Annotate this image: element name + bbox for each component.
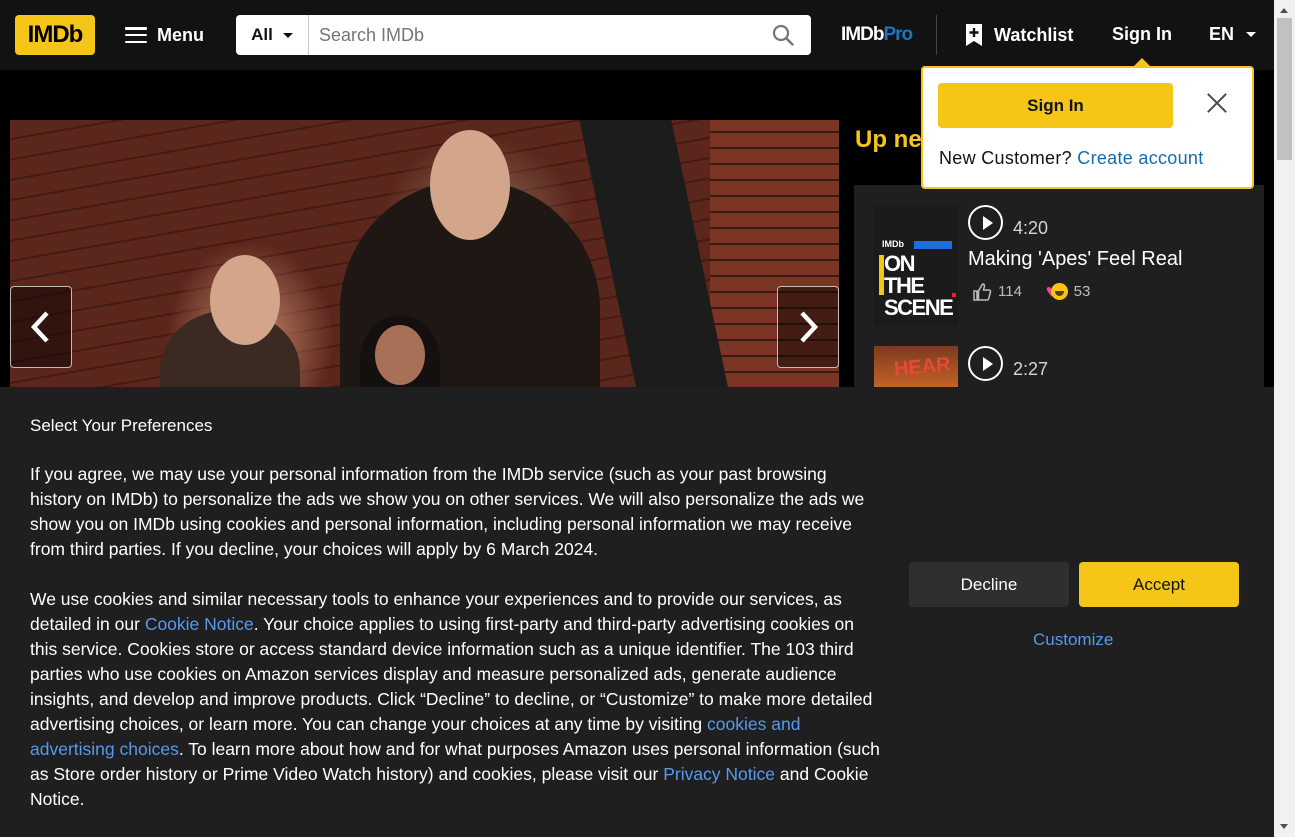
hero-face-woman [210, 255, 280, 345]
header-divider [936, 15, 937, 55]
privacy-notice-link[interactable]: Privacy Notice [663, 764, 775, 784]
consent-title: Select Your Preferences [30, 416, 213, 435]
consent-paragraph-1: If you agree, we may use your personal i… [30, 464, 865, 559]
up-next-item[interactable]: HEAR 2:27 [874, 346, 1254, 387]
imdbpro-logo-imdb: IMDb [841, 24, 884, 45]
search-bar: All [236, 15, 811, 55]
video-duration: 4:20 [1013, 218, 1049, 238]
like-count: 114 [998, 283, 1022, 300]
video-reactions: 114 ♥ 53 [972, 281, 1090, 302]
video-thumbnail[interactable]: HEAR [874, 346, 958, 387]
search-category-label: All [251, 25, 273, 44]
thumbnail-title: HEAR [893, 353, 952, 381]
thumbnail-title-line-2: SCENE [884, 295, 954, 320]
imdb-logo[interactable]: IMDb [15, 15, 95, 55]
thumbnail-title-line-1: ON THE [884, 251, 925, 298]
create-account-link[interactable]: Create account [1077, 148, 1203, 168]
search-icon[interactable] [755, 15, 811, 55]
laughing-emoji-icon [1050, 283, 1068, 300]
hero-face-man [430, 130, 510, 240]
watchlist-label: Watchlist [994, 24, 1074, 45]
previous-slide-button[interactable] [10, 286, 72, 368]
sign-in-link[interactable]: Sign In [1112, 24, 1172, 45]
play-icon[interactable] [968, 205, 1003, 240]
sign-in-popover: Sign In New Customer? Create account [921, 58, 1254, 189]
chevron-right-icon [800, 311, 819, 343]
watchlist-button[interactable]: Watchlist [964, 20, 1073, 50]
language-label: EN [1209, 24, 1235, 44]
scrollbar-thumb[interactable] [1277, 18, 1292, 160]
play-icon[interactable] [968, 346, 1003, 381]
video-title[interactable]: Making 'Apes' Feel Real [968, 248, 1182, 271]
thumbnail-blue-bar [914, 241, 952, 249]
top-navigation-bar: IMDb Menu All IMDbPro Watchlist Sign In … [0, 0, 1274, 70]
popover-sign-in-button[interactable]: Sign In [938, 83, 1173, 128]
language-selector[interactable]: EN [1209, 24, 1257, 45]
search-input[interactable] [309, 15, 755, 55]
thumbnail-title: ON THE SCENE [884, 253, 958, 319]
next-slide-button[interactable] [777, 286, 839, 368]
consent-paragraph-2: We use cookies and similar necessary too… [30, 587, 880, 812]
caret-down-icon [1246, 32, 1257, 37]
chevron-left-icon [30, 311, 49, 343]
scroll-down-icon[interactable] [1280, 824, 1288, 829]
up-next-heading: Up ne [855, 126, 922, 153]
new-customer-text: New Customer? Create account [939, 148, 1204, 169]
thumbnail-dot [952, 293, 956, 297]
video-thumbnail[interactable]: IMDb ON THE SCENE [874, 205, 958, 326]
page-scrollbar[interactable] [1274, 0, 1295, 837]
reaction-count: 53 [1073, 283, 1091, 300]
hero-trailer-image[interactable] [10, 120, 839, 387]
hero-face-third [375, 325, 425, 385]
thumbnail-imdb-tag: IMDb [882, 239, 904, 249]
customize-link[interactable]: Customize [1033, 630, 1113, 650]
search-category-dropdown[interactable]: All [236, 15, 309, 55]
caret-down-icon [282, 32, 293, 38]
scroll-up-icon[interactable] [1280, 8, 1288, 13]
menu-label: Menu [157, 24, 204, 45]
new-customer-label: New Customer? [939, 148, 1072, 168]
imdbpro-link[interactable]: IMDbPro [841, 24, 913, 46]
imdbpro-logo-pro: Pro [883, 24, 913, 45]
cookie-consent-banner: Select Your Preferences If you agree, we… [0, 387, 1274, 837]
hamburger-icon [125, 27, 147, 43]
thumbs-up-icon[interactable] [972, 282, 992, 301]
video-duration: 2:27 [1013, 359, 1049, 379]
up-next-item[interactable]: IMDb ON THE SCENE 4:20 Making 'Apes' Fee… [874, 205, 1254, 330]
up-next-panel: IMDb ON THE SCENE 4:20 Making 'Apes' Fee… [854, 185, 1264, 387]
cookie-notice-link[interactable]: Cookie Notice [145, 614, 254, 634]
decline-button[interactable]: Decline [909, 562, 1069, 607]
bookmark-plus-icon [966, 24, 982, 46]
close-icon[interactable] [1206, 92, 1228, 114]
accept-button[interactable]: Accept [1079, 562, 1239, 607]
menu-button[interactable]: Menu [125, 18, 204, 52]
